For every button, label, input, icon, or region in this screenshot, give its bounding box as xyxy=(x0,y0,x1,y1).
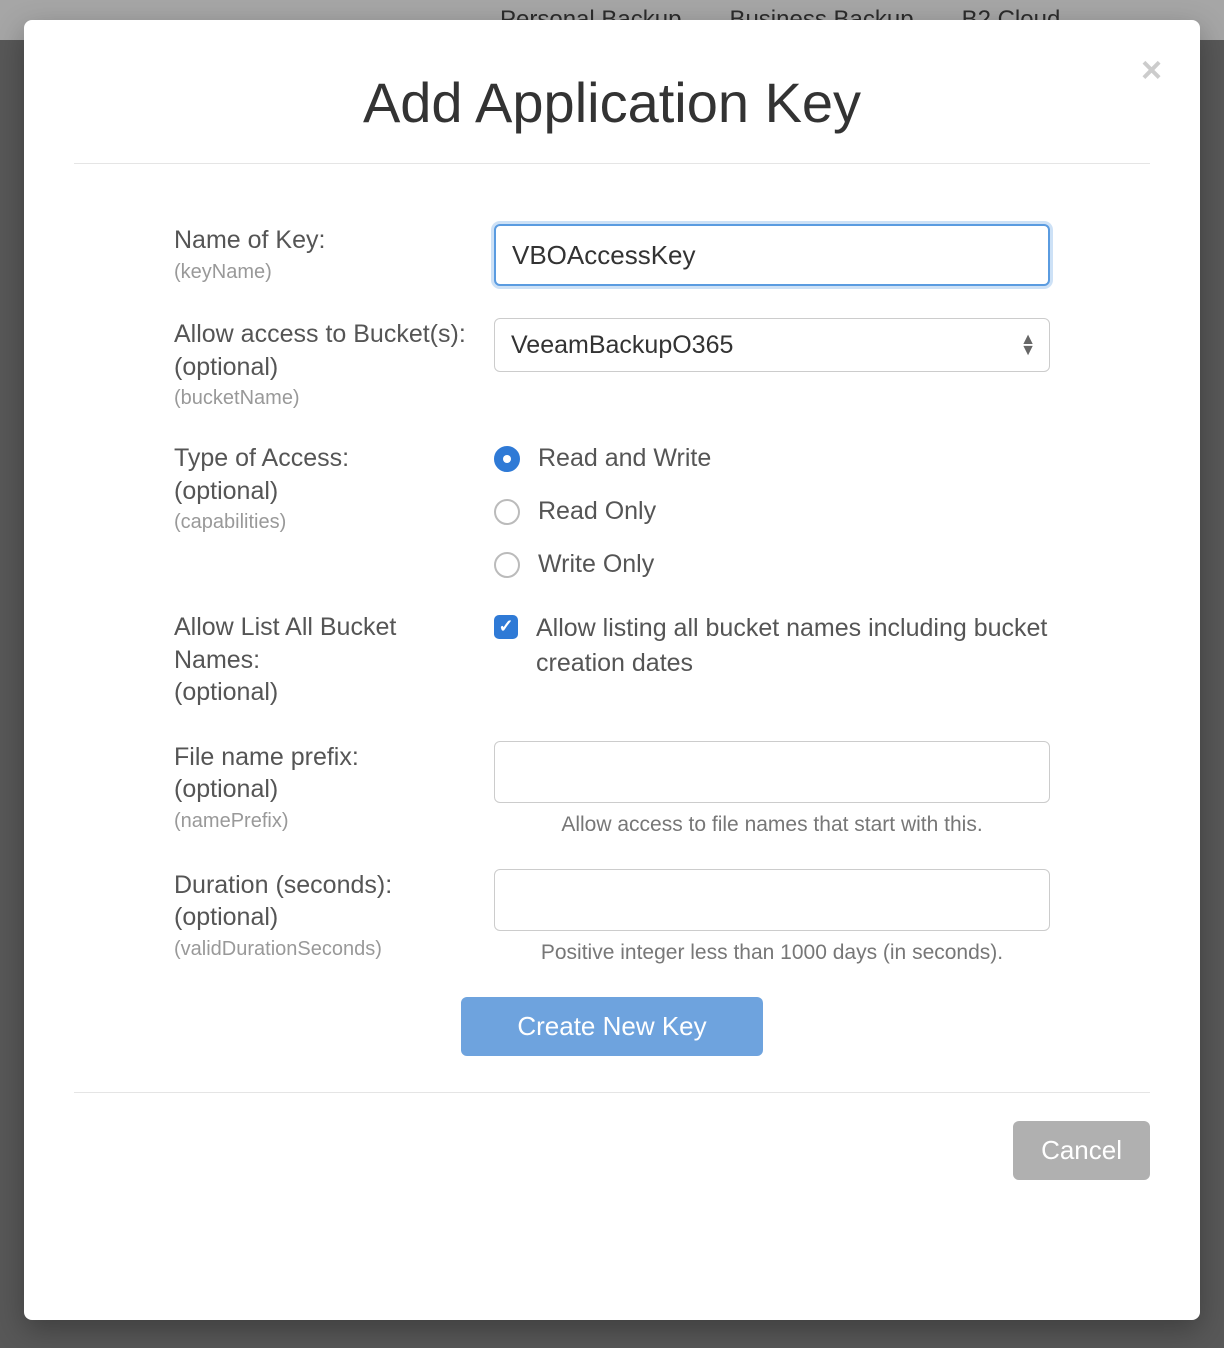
label-duration: Duration (seconds): (optional) (validDur… xyxy=(174,869,494,965)
row-prefix: File name prefix: (optional) (namePrefix… xyxy=(174,741,1050,837)
label-text: Type of Access: xyxy=(174,442,482,475)
create-new-key-button[interactable]: Create New Key xyxy=(461,997,762,1056)
label-text: File name prefix: xyxy=(174,741,482,774)
modal-title: Add Application Key xyxy=(74,70,1150,135)
label-optional: (optional) xyxy=(174,773,482,806)
label-hint: (keyName) xyxy=(174,261,482,284)
form: Name of Key: (keyName) Allow access to B… xyxy=(74,224,1150,1056)
bucket-select[interactable]: VeeamBackupO365 xyxy=(494,318,1050,372)
duration-input[interactable] xyxy=(494,869,1050,931)
row-bucket: Allow access to Bucket(s): (optional) (b… xyxy=(174,318,1050,410)
divider xyxy=(74,163,1150,164)
list-all-checkbox-row[interactable]: Allow listing all bucket names including… xyxy=(494,611,1050,681)
radio-icon xyxy=(494,446,520,472)
row-duration: Duration (seconds): (optional) (validDur… xyxy=(174,869,1050,965)
label-text: Name of Key: xyxy=(174,224,482,257)
label-access-type: Type of Access: (optional) (capabilities… xyxy=(174,442,494,579)
radio-write-only[interactable]: Write Only xyxy=(494,550,1050,579)
cancel-button[interactable]: Cancel xyxy=(1013,1121,1150,1180)
radio-label: Read Only xyxy=(538,497,656,526)
submit-row: Create New Key xyxy=(174,997,1050,1056)
label-list-all: Allow List All Bucket Names: (optional) xyxy=(174,611,494,709)
label-text: Duration (seconds): xyxy=(174,869,482,902)
radio-icon xyxy=(494,552,520,578)
row-access-type: Type of Access: (optional) (capabilities… xyxy=(174,442,1050,579)
label-optional: (optional) xyxy=(174,901,482,934)
close-icon[interactable]: × xyxy=(1141,52,1162,88)
label-key-name: Name of Key: (keyName) xyxy=(174,224,494,286)
label-prefix: File name prefix: (optional) (namePrefix… xyxy=(174,741,494,837)
radio-read-only[interactable]: Read Only xyxy=(494,497,1050,526)
radio-read-write[interactable]: Read and Write xyxy=(494,444,1050,473)
radio-icon xyxy=(494,499,520,525)
duration-help: Positive integer less than 1000 days (in… xyxy=(494,941,1050,965)
key-name-input[interactable] xyxy=(494,224,1050,286)
radio-label: Read and Write xyxy=(538,444,711,473)
modal-footer: Cancel xyxy=(74,1093,1150,1180)
label-hint: (capabilities) xyxy=(174,511,482,534)
label-optional: (optional) xyxy=(174,351,482,384)
access-type-radio-group: Read and Write Read Only Write Only xyxy=(494,442,1050,579)
label-text: Allow List All Bucket Names: xyxy=(174,611,482,676)
label-bucket: Allow access to Bucket(s): (optional) (b… xyxy=(174,318,494,410)
label-hint: (namePrefix) xyxy=(174,810,482,833)
prefix-help: Allow access to file names that start wi… xyxy=(494,813,1050,837)
row-list-all: Allow List All Bucket Names: (optional) … xyxy=(174,611,1050,709)
label-optional: (optional) xyxy=(174,475,482,508)
label-optional: (optional) xyxy=(174,676,482,709)
checkbox-label: Allow listing all bucket names including… xyxy=(536,611,1050,681)
checkbox-icon xyxy=(494,615,518,639)
label-hint: (validDurationSeconds) xyxy=(174,938,482,961)
add-application-key-modal: × Add Application Key Name of Key: (keyN… xyxy=(24,20,1200,1320)
prefix-input[interactable] xyxy=(494,741,1050,803)
bucket-select-wrap: VeeamBackupO365 ▲▼ xyxy=(494,318,1050,372)
label-hint: (bucketName) xyxy=(174,387,482,410)
label-text: Allow access to Bucket(s): xyxy=(174,318,482,351)
row-key-name: Name of Key: (keyName) xyxy=(174,224,1050,286)
radio-label: Write Only xyxy=(538,550,654,579)
